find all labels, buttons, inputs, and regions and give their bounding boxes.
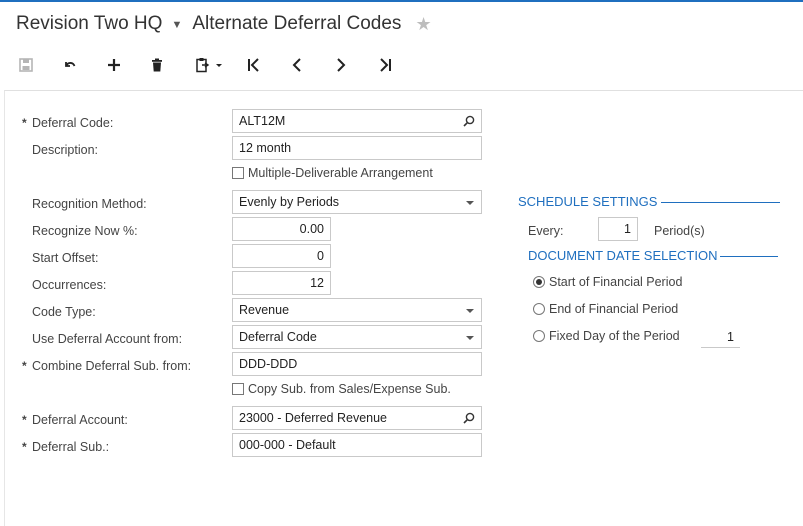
recognition-method-value: Evenly by Periods xyxy=(239,195,340,209)
description-field[interactable]: 12 month xyxy=(232,136,482,160)
delete-button[interactable] xyxy=(147,53,167,77)
fixed-day-value: 1 xyxy=(727,330,734,344)
chevron-down-icon[interactable]: ▼ xyxy=(171,19,182,31)
recognize-now-field[interactable]: 0.00 xyxy=(232,217,331,241)
recognize-now-value: 0.00 xyxy=(299,222,324,236)
dropdown-arrow-icon xyxy=(466,201,474,205)
schedule-settings-header: SCHEDULE SETTINGS xyxy=(518,194,780,210)
checkbox-box[interactable] xyxy=(232,167,244,179)
occurrences-value: 12 xyxy=(310,276,324,290)
code-type-label: Code Type: xyxy=(32,305,96,319)
last-record-button[interactable] xyxy=(375,53,395,77)
section-divider xyxy=(720,256,778,257)
deferral-account-field[interactable]: 23000 - Deferred Revenue xyxy=(232,406,482,430)
dropdown-arrow-icon xyxy=(466,309,474,313)
end-of-financial-period-label: End of Financial Period xyxy=(549,302,679,316)
start-of-financial-period-radio[interactable]: Start of Financial Period xyxy=(533,274,682,290)
undo-icon xyxy=(65,62,76,67)
required-marker: * xyxy=(22,116,27,130)
fixed-day-of-period-radio[interactable]: Fixed Day of the Period xyxy=(533,328,680,344)
add-icon xyxy=(108,59,120,71)
code-type-select[interactable]: Revenue xyxy=(232,298,482,322)
favorite-star-icon[interactable]: ★ xyxy=(415,14,431,35)
document-date-selection-title: DOCUMENT DATE SELECTION xyxy=(528,248,718,263)
start-of-financial-period-label: Start of Financial Period xyxy=(549,275,683,289)
previous-icon xyxy=(292,58,301,72)
deferral-account-value: 23000 - Deferred Revenue xyxy=(239,411,388,425)
copy-sub-checkbox[interactable]: Copy Sub. from Sales/Expense Sub. xyxy=(232,381,451,397)
company-selector[interactable]: Revision Two HQ xyxy=(16,13,162,35)
next-record-button[interactable] xyxy=(331,53,351,77)
description-label: Description: xyxy=(32,143,98,157)
occurrences-field[interactable]: 12 xyxy=(232,271,331,295)
required-marker: * xyxy=(22,413,27,427)
use-deferral-account-value: Deferral Code xyxy=(239,330,317,344)
required-marker: * xyxy=(22,440,27,454)
schedule-settings-title: SCHEDULE SETTINGS xyxy=(518,194,658,209)
description-value: 12 month xyxy=(239,141,292,155)
recognition-method-label: Recognition Method: xyxy=(32,197,147,211)
start-offset-value: 0 xyxy=(317,249,324,263)
start-offset-label: Start Offset: xyxy=(32,251,99,265)
fixed-day-field[interactable]: 1 xyxy=(701,326,740,348)
required-marker: * xyxy=(22,359,27,373)
use-deferral-account-select[interactable]: Deferral Code xyxy=(232,325,482,349)
combine-deferral-sub-label: Combine Deferral Sub. from: xyxy=(32,359,192,373)
top-accent-bar xyxy=(0,0,803,2)
start-offset-field[interactable]: 0 xyxy=(232,244,331,268)
multiple-deliverable-checkbox[interactable]: Multiple-Deliverable Arrangement xyxy=(232,165,433,181)
fixed-day-of-period-label: Fixed Day of the Period xyxy=(549,329,680,343)
copy-paste-menu-button[interactable] xyxy=(192,53,226,77)
checkbox-box[interactable] xyxy=(232,383,244,395)
toolbar xyxy=(0,50,803,80)
recognition-method-select[interactable]: Evenly by Periods xyxy=(232,190,482,214)
next-icon xyxy=(337,58,346,72)
deferral-account-label: Deferral Account: xyxy=(32,413,128,427)
first-icon xyxy=(248,58,259,72)
radio-unselected[interactable] xyxy=(533,303,545,315)
first-record-button[interactable] xyxy=(244,53,264,77)
search-icon[interactable] xyxy=(463,407,475,429)
copy-sub-label: Copy Sub. from Sales/Expense Sub. xyxy=(248,382,451,396)
use-deferral-account-label: Use Deferral Account from: xyxy=(32,332,183,346)
deferral-code-field[interactable]: ALT12M xyxy=(232,109,482,133)
page-header: Revision Two HQ ▼ Alternate Deferral Cod… xyxy=(16,11,432,37)
save-button[interactable] xyxy=(16,53,36,77)
combine-deferral-sub-value: DDD-DDD xyxy=(239,357,298,371)
save-icon xyxy=(19,58,33,72)
every-label: Every: xyxy=(528,224,564,238)
recognize-now-label: Recognize Now %: xyxy=(32,224,138,238)
dropdown-arrow-icon xyxy=(466,336,474,340)
radio-unselected[interactable] xyxy=(533,330,545,342)
last-icon xyxy=(380,58,391,72)
radio-selected[interactable] xyxy=(533,276,545,288)
deferral-code-label: Deferral Code: xyxy=(32,116,114,130)
deferral-sub-field[interactable]: 000-000 - Default xyxy=(232,433,482,457)
delete-icon xyxy=(152,58,162,72)
add-button[interactable] xyxy=(104,53,124,77)
end-of-financial-period-radio[interactable]: End of Financial Period xyxy=(533,301,678,317)
multiple-deliverable-label: Multiple-Deliverable Arrangement xyxy=(248,166,433,180)
every-value: 1 xyxy=(624,222,631,236)
document-date-selection-header: DOCUMENT DATE SELECTION xyxy=(528,248,778,264)
copy-paste-icon xyxy=(196,58,222,73)
section-divider xyxy=(661,202,780,203)
periods-label: Period(s) xyxy=(654,224,705,238)
previous-record-button[interactable] xyxy=(287,53,307,77)
code-type-value: Revenue xyxy=(239,303,290,317)
page-title: Alternate Deferral Codes xyxy=(192,13,402,34)
deferral-code-value: ALT12M xyxy=(239,114,286,128)
occurrences-label: Occurrences: xyxy=(32,278,107,292)
search-icon[interactable] xyxy=(463,110,475,132)
deferral-sub-value: 000-000 - Default xyxy=(239,438,336,452)
undo-button[interactable] xyxy=(60,53,80,77)
deferral-sub-label: Deferral Sub.: xyxy=(32,440,110,454)
every-field[interactable]: 1 xyxy=(598,217,638,241)
combine-deferral-sub-field[interactable]: DDD-DDD xyxy=(232,352,482,376)
